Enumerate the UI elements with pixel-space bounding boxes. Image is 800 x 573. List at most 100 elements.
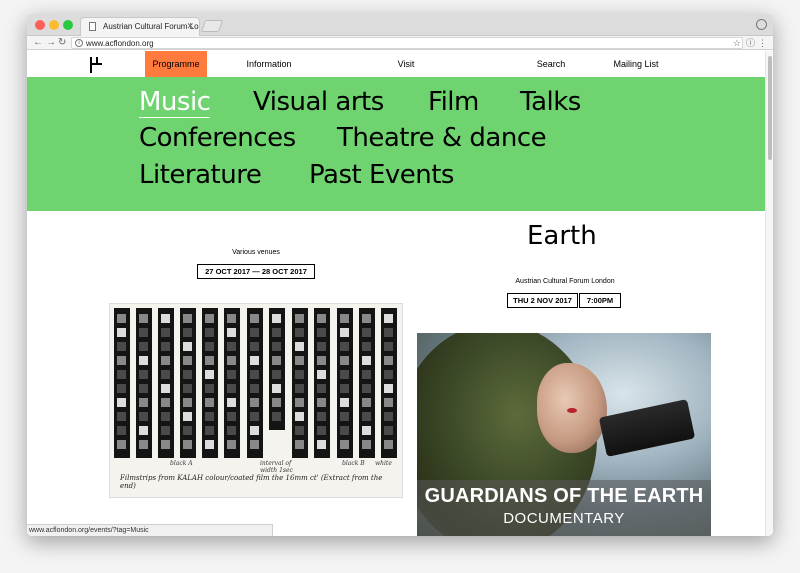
- bookmark-star-icon[interactable]: ☆: [733, 36, 741, 50]
- site-header: Programme Information Visit Search Maili…: [27, 51, 765, 77]
- film-frame: [362, 328, 371, 337]
- film-frame: [362, 314, 371, 323]
- profile-icon[interactable]: [756, 19, 767, 30]
- new-tab-button[interactable]: [200, 20, 224, 32]
- film-frame: [295, 384, 304, 393]
- nav-information[interactable]: Information: [237, 51, 301, 77]
- film-frame: [340, 342, 349, 351]
- film-frame: [139, 342, 148, 351]
- film-frame: [362, 440, 371, 449]
- film-frame: [205, 412, 214, 421]
- film-frame: [161, 426, 170, 435]
- back-arrow-icon[interactable]: ←: [33, 36, 43, 50]
- category-theatre-dance[interactable]: Theatre & dance: [337, 123, 547, 153]
- category-music[interactable]: Music: [139, 87, 211, 118]
- film-frame: [161, 314, 170, 323]
- category-talks[interactable]: Talks: [520, 87, 581, 117]
- film-frame: [295, 412, 304, 421]
- film-frame: [227, 342, 236, 351]
- film-frame: [272, 370, 281, 379]
- film-frame: [183, 384, 192, 393]
- film-frame: [272, 398, 281, 407]
- nav-visit[interactable]: Visit: [387, 51, 425, 77]
- page-scrollbar[interactable]: [765, 51, 773, 536]
- page-viewport: Programme Information Visit Search Maili…: [27, 51, 765, 536]
- film-frame: [362, 342, 371, 351]
- film-frame: [227, 398, 236, 407]
- nav-programme[interactable]: Programme: [145, 51, 207, 77]
- scrollbar-thumb[interactable]: [768, 56, 772, 160]
- film-frame: [117, 342, 126, 351]
- acf-logo[interactable]: [87, 57, 103, 73]
- category-visual-arts[interactable]: Visual arts: [253, 87, 384, 117]
- tab-strip: Austrian Cultural Forum Londo ✕: [27, 14, 773, 36]
- film-frame: [139, 426, 148, 435]
- tab-title: Austrian Cultural Forum Londo: [103, 22, 199, 31]
- page-icon: [89, 22, 96, 31]
- category-literature[interactable]: Literature: [139, 160, 262, 190]
- film-frame: [272, 328, 281, 337]
- maximize-window-button[interactable]: [63, 20, 73, 30]
- film-frame: [117, 398, 126, 407]
- event-image-poster[interactable]: GUARDIANS OF THE EARTH DOCUMENTARY: [417, 333, 711, 536]
- event-title[interactable]: Earth: [527, 221, 597, 251]
- forward-arrow-icon[interactable]: →: [46, 36, 56, 50]
- film-frame: [295, 314, 304, 323]
- minimize-window-button[interactable]: [49, 20, 59, 30]
- film-frame: [317, 426, 326, 435]
- film-frame: [250, 342, 259, 351]
- film-frame: [161, 356, 170, 365]
- menu-dots-icon[interactable]: ⋮: [758, 36, 767, 50]
- film-frame: [250, 398, 259, 407]
- film-frame: [139, 398, 148, 407]
- category-past-events[interactable]: Past Events: [309, 160, 454, 190]
- film-frame: [384, 370, 393, 379]
- film-frame: [384, 398, 393, 407]
- event-image-filmstrips[interactable]: black A interval of width 1sec black B w…: [109, 303, 403, 498]
- info-icon[interactable]: i: [75, 39, 83, 47]
- film-frame: [250, 384, 259, 393]
- film-frame: [227, 426, 236, 435]
- category-film[interactable]: Film: [428, 87, 479, 117]
- film-frame: [139, 412, 148, 421]
- nav-mailing-list[interactable]: Mailing List: [607, 51, 665, 77]
- film-frame: [317, 314, 326, 323]
- film-frame: [161, 384, 170, 393]
- film-frame: [295, 398, 304, 407]
- film-frame: [227, 328, 236, 337]
- browser-tab[interactable]: Austrian Cultural Forum Londo ✕: [80, 17, 200, 36]
- film-frame: [295, 440, 304, 449]
- film-frame: [205, 398, 214, 407]
- category-conferences[interactable]: Conferences: [139, 123, 296, 153]
- film-frame: [317, 412, 326, 421]
- close-window-button[interactable]: [35, 20, 45, 30]
- film-frame: [384, 314, 393, 323]
- extension-icon[interactable]: ⓘ: [746, 36, 755, 50]
- film-frame: [227, 384, 236, 393]
- film-frame: [384, 384, 393, 393]
- event-venue: Austrian Cultural Forum London: [515, 278, 615, 285]
- tab-close-icon[interactable]: ✕: [186, 21, 194, 32]
- film-frame: [205, 314, 214, 323]
- film-frame: [317, 398, 326, 407]
- film-frame: [272, 384, 281, 393]
- film-frame: [117, 440, 126, 449]
- film-frame: [317, 440, 326, 449]
- film-frame: [384, 342, 393, 351]
- film-frame: [161, 398, 170, 407]
- film-frame: [250, 412, 259, 421]
- film-frame: [117, 426, 126, 435]
- film-frame: [272, 412, 281, 421]
- film-frame: [362, 398, 371, 407]
- nav-search[interactable]: Search: [529, 51, 573, 77]
- reload-icon[interactable]: ↻: [58, 36, 66, 50]
- address-bar[interactable]: i www.acflondon.org: [71, 37, 743, 49]
- film-frame: [340, 314, 349, 323]
- film-frame: [183, 342, 192, 351]
- film-frame: [272, 356, 281, 365]
- film-frame: [205, 440, 214, 449]
- film-frame: [250, 356, 259, 365]
- film-frame: [384, 356, 393, 365]
- film-frame: [205, 342, 214, 351]
- film-frame: [362, 412, 371, 421]
